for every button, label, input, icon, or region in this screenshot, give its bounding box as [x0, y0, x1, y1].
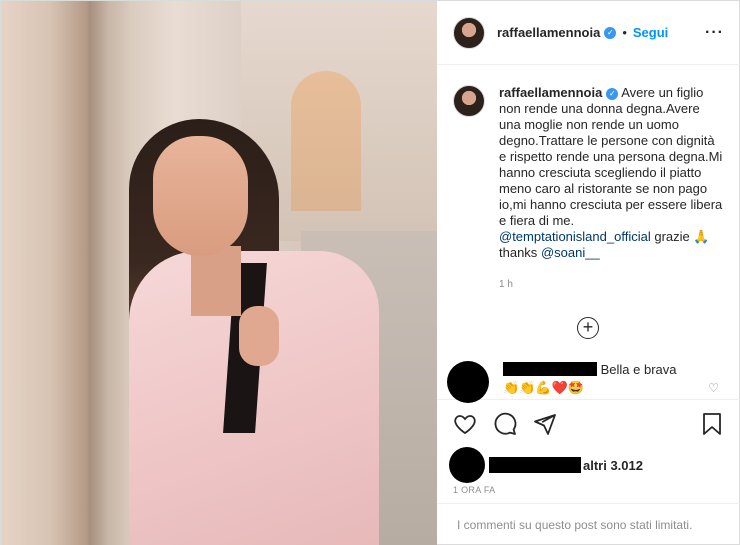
- comments-area: raffaellamennoia ✓ Avere un figlio non re…: [437, 65, 740, 403]
- more-options-icon[interactable]: ···: [705, 24, 724, 42]
- comment-avatar-redacted[interactable]: [447, 361, 489, 403]
- mention-link-2[interactable]: @soani__: [541, 245, 600, 260]
- instagram-post: raffaellamennoia ✓ • Segui ··· raffaella…: [0, 0, 740, 545]
- redacted-username: [503, 362, 597, 376]
- verified-badge-icon: ✓: [606, 88, 619, 100]
- verified-badge-icon: ✓: [604, 26, 617, 39]
- caption-body: raffaellamennoia ✓ Avere un figlio non re…: [499, 85, 724, 293]
- liker-avatar-redacted[interactable]: [449, 447, 485, 483]
- comment-body: Bella e brava 👏👏💪❤️🤩: [503, 361, 677, 409]
- post-photo[interactable]: [1, 1, 437, 545]
- post-time[interactable]: 1 h: [499, 277, 724, 293]
- separator-dot: •: [622, 25, 627, 40]
- comment-text: Bella e brava: [600, 362, 677, 377]
- post-header: raffaellamennoia ✓ • Segui ···: [437, 1, 740, 65]
- woman-face: [153, 136, 248, 256]
- caption-username[interactable]: raffaellamennoia: [499, 85, 602, 100]
- woman-hand: [239, 306, 279, 366]
- woman-neck: [191, 246, 241, 316]
- caption: raffaellamennoia ✓ Avere un figlio non re…: [437, 65, 740, 293]
- post-side-panel: raffaellamennoia ✓ • Segui ··· raffaella…: [437, 1, 740, 545]
- stone-wall: [1, 1, 101, 545]
- heart-icon[interactable]: [453, 412, 477, 436]
- comment-item: Bella e brava 👏👏💪❤️🤩 ♡: [447, 361, 727, 409]
- redacted-liker-name: [489, 457, 581, 473]
- mention-link[interactable]: @temptationisland_official: [499, 229, 651, 244]
- caption-avatar[interactable]: [453, 85, 485, 117]
- comment-like-icon[interactable]: ♡: [708, 381, 719, 395]
- caption-text: Avere un figlio non rende una donna degn…: [499, 85, 723, 228]
- comments-limited-notice: I commenti su questo post sono stati lim…: [437, 503, 740, 545]
- stone-pillar: [89, 1, 129, 545]
- comment-icon[interactable]: [493, 412, 517, 436]
- share-icon[interactable]: [533, 412, 557, 436]
- comment-emojis: 👏👏💪❤️🤩: [503, 380, 584, 395]
- follow-button[interactable]: Segui: [633, 25, 668, 40]
- background-arch: [291, 71, 361, 211]
- bookmark-icon[interactable]: [700, 412, 724, 436]
- likes-row: altri 3.012: [437, 447, 740, 483]
- load-more-comments-icon[interactable]: +: [577, 317, 599, 339]
- username[interactable]: raffaellamennoia: [497, 25, 600, 40]
- likes-count[interactable]: altri 3.012: [583, 458, 643, 473]
- post-age: 1 ORA FA: [453, 485, 496, 495]
- avatar[interactable]: [453, 16, 485, 49]
